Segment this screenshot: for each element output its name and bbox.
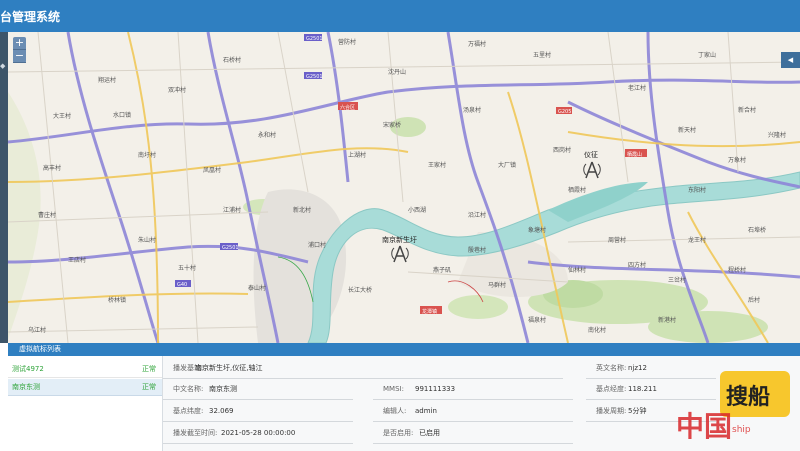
svg-text:G40: G40: [177, 282, 187, 288]
svg-text:水口镇: 水口镇: [113, 111, 131, 119]
svg-text:桥林镇: 桥林镇: [108, 296, 126, 304]
svg-text:江浦村: 江浦村: [223, 206, 241, 214]
svg-text:乌江村: 乌江村: [28, 326, 46, 334]
field-latitude: 基点纬度: 32.069: [163, 402, 353, 422]
road-label: G2501: [306, 36, 323, 42]
park-area: [648, 311, 768, 343]
zoom-out-button[interactable]: −: [13, 50, 26, 63]
svg-text:翔运村: 翔运村: [98, 76, 116, 84]
svg-text:上湖村: 上湖村: [348, 151, 366, 159]
svg-text:长江大桥: 长江大桥: [348, 286, 372, 294]
svg-text:老江村: 老江村: [628, 84, 646, 92]
svg-text:新港村: 新港村: [658, 316, 676, 324]
svg-text:凤凰村: 凤凰村: [203, 166, 221, 174]
svg-text:新天村: 新天村: [678, 126, 696, 134]
header-bar: 台管理系统: [0, 0, 800, 33]
svg-text:福泉村: 福泉村: [528, 316, 546, 324]
status-badge: 正常: [142, 383, 156, 391]
panel-header: 虚拟航标列表: [8, 343, 800, 356]
svg-text:殷巷村: 殷巷村: [468, 246, 486, 254]
svg-text:龙潭镇: 龙潭镇: [422, 308, 437, 315]
list-item-name: 测试4972: [12, 365, 44, 373]
list-item-name: 南京东测: [12, 383, 40, 391]
virtual-aton-list: 测试4972 正常 南京东测 正常: [8, 356, 163, 451]
svg-text:栖霞村: 栖霞村: [568, 186, 586, 194]
app-title: 台管理系统: [0, 10, 61, 24]
svg-text:三岔村: 三岔村: [668, 276, 686, 284]
field-station: 播发基站: 南京新生圩,仪征,轴江: [163, 359, 563, 379]
svg-text:泰山村: 泰山村: [248, 284, 266, 292]
map-side-toggle[interactable]: ◀: [781, 52, 800, 68]
field-mmsi: MMSI: 991111333: [373, 380, 573, 400]
svg-text:四方村: 四方村: [628, 261, 646, 269]
svg-text:王店村: 王店村: [68, 256, 86, 264]
svg-text:营防村: 营防村: [338, 38, 356, 46]
svg-text:石埠桥: 石埠桥: [748, 226, 766, 234]
svg-text:石桥村: 石桥村: [223, 56, 241, 64]
field-until: 播发截至时间: 2021-05-28 00:00:00: [163, 424, 353, 444]
svg-text:新北村: 新北村: [293, 206, 311, 214]
svg-text:G205: G205: [558, 109, 571, 115]
svg-text:后村: 后村: [748, 296, 760, 304]
station-value: 南京新生圩,仪征,轴江: [195, 364, 263, 372]
svg-text:双冲村: 双冲村: [168, 86, 186, 94]
svg-text:东阳村: 东阳村: [688, 186, 706, 194]
svg-text:G2501: G2501: [306, 74, 323, 80]
svg-text:永和村: 永和村: [258, 131, 276, 139]
svg-text:沈丹山: 沈丹山: [388, 68, 406, 76]
field-enabled: 是否启用: 已启用: [373, 424, 573, 444]
svg-text:万福村: 万福村: [468, 40, 486, 48]
svg-text:朱山村: 朱山村: [138, 236, 156, 244]
list-item[interactable]: 测试4972 正常: [8, 361, 162, 378]
svg-text:沿江村: 沿江村: [468, 211, 486, 219]
svg-text:兴隆村: 兴隆村: [768, 131, 786, 139]
svg-text:万象村: 万象村: [728, 156, 746, 164]
field-en-name: 英文名称: njz12: [586, 359, 716, 379]
svg-text:西岗村: 西岗村: [553, 146, 571, 154]
map-svg: G2501 G2501 G2501 G40 G205 六合区 栖霞山 龙潭镇 翔…: [8, 32, 800, 343]
pin-icon: ◆: [0, 62, 6, 70]
svg-text:南圩村: 南圩村: [138, 151, 156, 159]
svg-text:五十村: 五十村: [178, 264, 196, 272]
park-area: [448, 295, 508, 319]
svg-text:王家村: 王家村: [428, 161, 446, 169]
svg-text:新合村: 新合村: [738, 106, 756, 114]
station-label: 南京新生圩: [382, 235, 417, 244]
svg-text:大厂镇: 大厂镇: [498, 161, 516, 169]
svg-text:大王村: 大王村: [53, 112, 71, 120]
svg-text:高丰村: 高丰村: [43, 164, 61, 172]
svg-text:宋家桥: 宋家桥: [383, 121, 401, 129]
svg-text:周营村: 周营村: [608, 236, 626, 244]
svg-text:小西湖: 小西湖: [408, 206, 426, 214]
svg-text:仙林村: 仙林村: [568, 266, 586, 274]
field-cn-name: 中文名称: 南京东测: [163, 380, 353, 400]
status-badge: 正常: [142, 365, 156, 373]
svg-text:五里村: 五里村: [533, 51, 551, 59]
svg-text:六合区: 六合区: [340, 104, 355, 111]
svg-text:龙王村: 龙王村: [688, 236, 706, 244]
svg-text:栖霞山: 栖霞山: [627, 151, 642, 158]
panel-title: 虚拟航标列表: [19, 345, 61, 353]
svg-text:丁家山: 丁家山: [698, 51, 716, 59]
svg-text:马群村: 马群村: [488, 281, 506, 289]
station-label: 仪征: [584, 150, 598, 159]
svg-text:曹庄村: 曹庄村: [38, 211, 56, 219]
svg-text:程桥村: 程桥村: [728, 266, 746, 274]
list-item-selected[interactable]: 南京东测 正常: [8, 379, 162, 396]
svg-text:象塘村: 象塘村: [528, 226, 546, 234]
svg-text:南化村: 南化村: [588, 326, 606, 334]
watermark-text: 中国: [676, 410, 733, 443]
chevron-left-icon: ◀: [787, 56, 794, 64]
field-longitude: 基点经度: 118.211: [586, 380, 716, 400]
field-editor: 编辑人: admin: [373, 402, 573, 422]
map-canvas[interactable]: G2501 G2501 G2501 G40 G205 六合区 栖霞山 龙潭镇 翔…: [8, 32, 800, 343]
svg-text:汤泉村: 汤泉村: [463, 106, 481, 114]
svg-text:G2501: G2501: [222, 245, 239, 251]
left-sidebar-collapsed[interactable]: ◆: [0, 32, 8, 343]
watermark-sub: ship: [732, 425, 751, 435]
svg-text:浦口村: 浦口村: [308, 241, 326, 249]
svg-text:燕子矶: 燕子矶: [433, 266, 451, 274]
zoom-control: + −: [13, 37, 26, 63]
